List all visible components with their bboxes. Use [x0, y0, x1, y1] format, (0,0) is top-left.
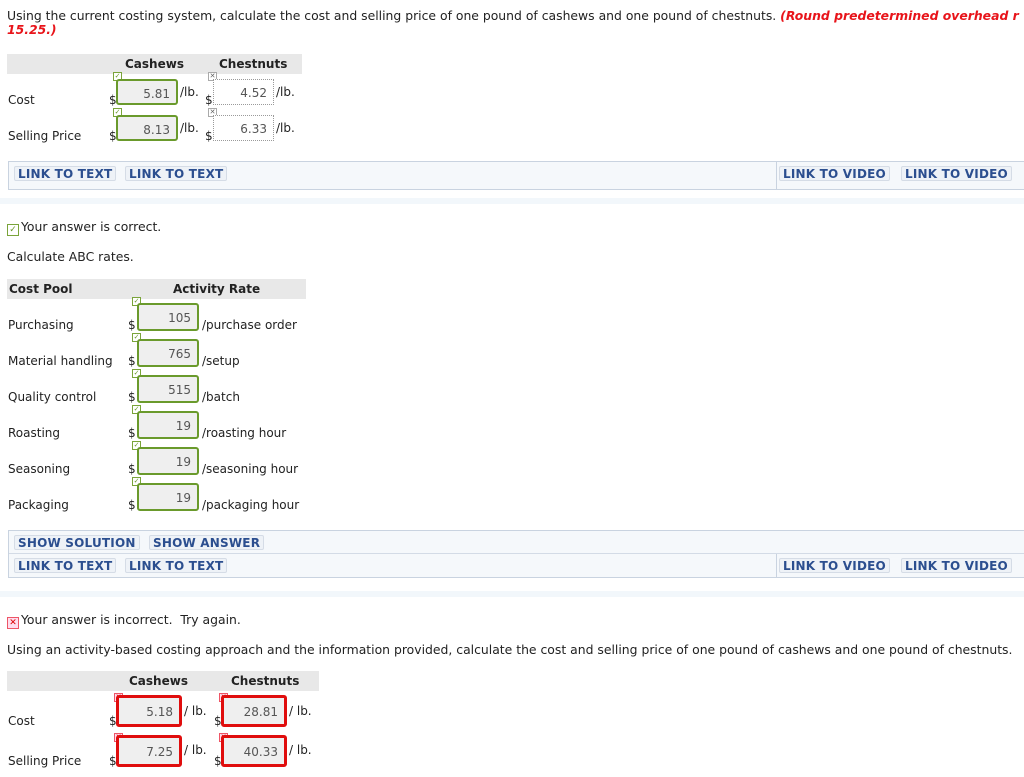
- rate-unit-label: /purchase order: [202, 318, 297, 332]
- cashews-abc-cost-input[interactable]: 5.18: [116, 695, 182, 727]
- currency-symbol: $: [128, 354, 136, 368]
- unit-label: /lb.: [180, 121, 199, 135]
- show-answer-button[interactable]: SHOW ANSWER: [149, 535, 265, 550]
- unit-label: / lb.: [289, 704, 312, 718]
- question-1-prompt: Using the current costing system, calcul…: [7, 9, 1024, 37]
- rounding-note-continued: 15.25.): [7, 22, 57, 37]
- question-3-prompt: Using an activity-based costing approach…: [7, 642, 1013, 657]
- cashews-abc-selling-price-input[interactable]: 7.25: [116, 735, 182, 767]
- correct-check-icon: ✓: [7, 224, 19, 236]
- link-to-text-button[interactable]: LINK TO TEXT: [125, 166, 228, 181]
- cost-pool-label: Roasting: [8, 426, 61, 440]
- unit-label: / lb.: [184, 704, 207, 718]
- activity-rate-input[interactable]: 19: [137, 411, 199, 439]
- panel-row-divider: [9, 553, 1024, 554]
- question-2-prompt: Calculate ABC rates.: [7, 249, 134, 264]
- row-label-selling-price: Selling Price: [8, 129, 82, 143]
- currency-symbol: $: [128, 426, 136, 440]
- activity-rate-input[interactable]: 19: [137, 483, 199, 511]
- panel-divider: [776, 162, 777, 189]
- section-separator: [0, 198, 1024, 204]
- link-to-video-button[interactable]: LINK TO VIDEO: [901, 558, 1012, 573]
- unit-label: /lb.: [276, 85, 295, 99]
- rate-unit-label: /packaging hour: [202, 498, 300, 512]
- currency-symbol: $: [128, 462, 136, 476]
- link-to-video-button[interactable]: LINK TO VIDEO: [901, 166, 1012, 181]
- row-label-selling-price: Selling Price: [8, 754, 82, 768]
- col-header-cost-pool: Cost Pool: [9, 282, 73, 296]
- cost-pool-label: Packaging: [8, 498, 69, 512]
- unit-label: / lb.: [184, 743, 207, 757]
- chestnuts-cost-input[interactable]: 4.52: [213, 79, 274, 105]
- activity-rate-input[interactable]: 515: [137, 375, 199, 403]
- section-separator: [0, 591, 1024, 597]
- col-header-activity-rate: Activity Rate: [173, 282, 261, 296]
- cashews-selling-price-input[interactable]: 8.13: [116, 115, 178, 141]
- link-to-video-button[interactable]: LINK TO VIDEO: [779, 166, 890, 181]
- currency-symbol: $: [128, 498, 136, 512]
- row-label-cost: Cost: [8, 714, 35, 728]
- row-label-cost: Cost: [8, 93, 35, 107]
- activity-rate-input[interactable]: 765: [137, 339, 199, 367]
- chestnuts-selling-price-input[interactable]: 6.33: [213, 115, 274, 141]
- activity-rate-input[interactable]: 19: [137, 447, 199, 475]
- link-to-text-button[interactable]: LINK TO TEXT: [14, 558, 117, 573]
- cost-pool-label: Purchasing: [8, 318, 74, 332]
- status-text: Your answer is incorrect. Try again.: [21, 612, 241, 627]
- col-header-cashews: Cashews: [129, 674, 188, 688]
- cost-pool-label: Quality control: [8, 390, 97, 404]
- col-header-chestnuts: Chestnuts: [231, 674, 300, 688]
- chestnuts-abc-cost-input[interactable]: 28.81: [221, 695, 287, 727]
- col-header-chestnuts: Chestnuts: [219, 57, 288, 71]
- rate-unit-label: /roasting hour: [202, 426, 287, 440]
- rate-unit-label: /setup: [202, 354, 240, 368]
- currency-symbol: $: [205, 93, 213, 107]
- cashews-cost-input[interactable]: 5.81: [116, 79, 178, 105]
- rounding-note: (Round predetermined overhead r: [780, 8, 1019, 23]
- col-header-cashews: Cashews: [125, 57, 184, 71]
- incorrect-x-icon: ✕: [7, 617, 19, 629]
- answer-status-correct: ✓ Your answer is correct.: [7, 219, 161, 236]
- unit-label: / lb.: [289, 743, 312, 757]
- activity-rate-input[interactable]: 105: [137, 303, 199, 331]
- chestnuts-abc-selling-price-input[interactable]: 40.33: [221, 735, 287, 767]
- panel-divider: [776, 554, 777, 577]
- link-to-text-button[interactable]: LINK TO TEXT: [14, 166, 117, 181]
- unit-label: /lb.: [276, 121, 295, 135]
- show-solution-button[interactable]: SHOW SOLUTION: [14, 535, 140, 550]
- cost-pool-label: Material handling: [8, 354, 113, 368]
- currency-symbol: $: [205, 129, 213, 143]
- rate-unit-label: /batch: [202, 390, 240, 404]
- unit-label: /lb.: [180, 85, 199, 99]
- prompt-text: Using the current costing system, calcul…: [7, 8, 777, 23]
- answer-status-incorrect: ✕ Your answer is incorrect. Try again.: [7, 612, 241, 629]
- status-text: Your answer is correct.: [21, 219, 162, 234]
- currency-symbol: $: [128, 390, 136, 404]
- link-to-text-button[interactable]: LINK TO TEXT: [125, 558, 228, 573]
- link-to-video-button[interactable]: LINK TO VIDEO: [779, 558, 890, 573]
- rate-unit-label: /seasoning hour: [202, 462, 299, 476]
- currency-symbol: $: [128, 318, 136, 332]
- cost-pool-label: Seasoning: [8, 462, 71, 476]
